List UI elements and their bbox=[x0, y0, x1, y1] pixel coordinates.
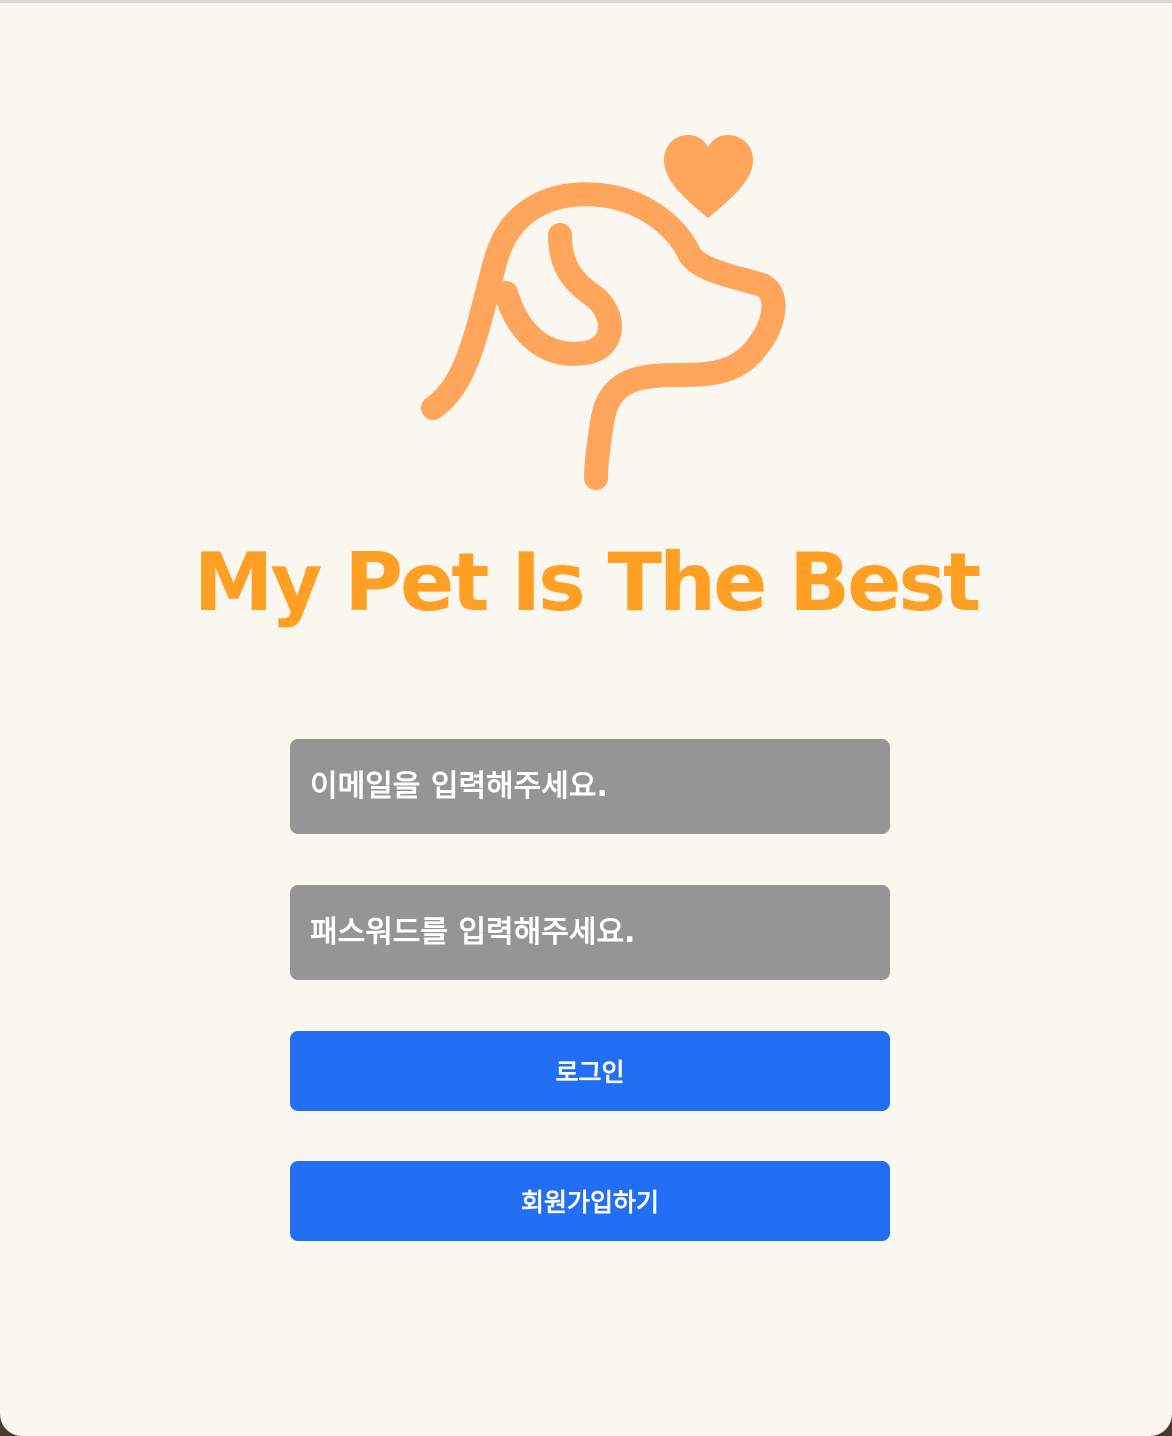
password-field[interactable] bbox=[290, 885, 890, 980]
brand-title: My Pet Is The Best bbox=[193, 536, 982, 629]
dog-heart-icon bbox=[421, 135, 786, 490]
email-field[interactable] bbox=[290, 739, 890, 834]
signup-button[interactable]: 회원가입하기 bbox=[290, 1161, 890, 1241]
signup-button-label: 회원가입하기 bbox=[520, 1188, 659, 1217]
login-button[interactable]: 로그인 bbox=[290, 1031, 890, 1111]
login-button-label: 로그인 bbox=[555, 1058, 625, 1087]
app-window: My Pet Is The Best 로그인 회원가입하기 bbox=[0, 0, 1172, 1436]
heart-icon bbox=[664, 135, 753, 218]
